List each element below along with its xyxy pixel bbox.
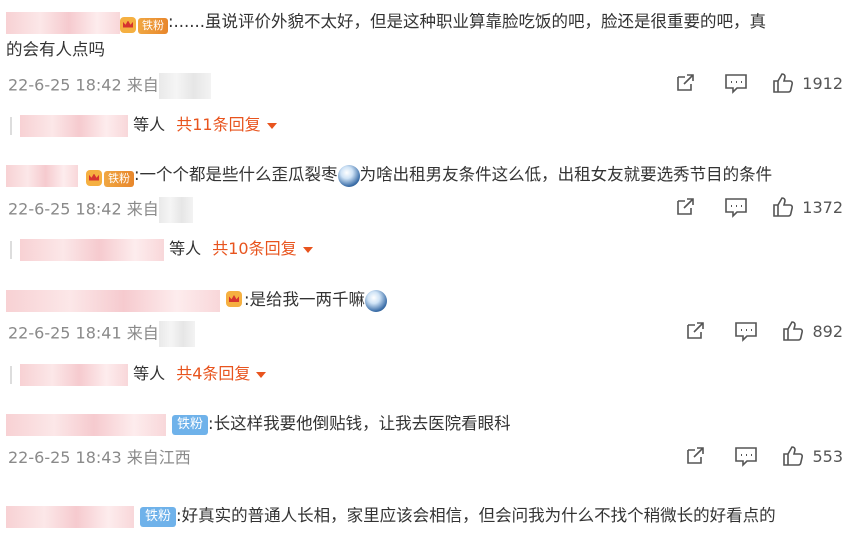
comment-body: :是给我一两千嘛: [244, 290, 366, 309]
comment-actions: 892: [684, 320, 843, 342]
replier-blurred: [20, 238, 164, 261]
comment-text: 铁粉:好真实的普通人长相，家里应该会相信，但会问我为什么不找个稍微长的好看点的: [6, 503, 776, 529]
like-count: 892: [812, 321, 843, 341]
username-blurred[interactable]: [6, 164, 78, 187]
view-replies-link[interactable]: 共11条回复: [176, 115, 260, 134]
fan-tag: 铁粉: [172, 414, 209, 435]
source-label: 来自: [126, 199, 159, 219]
reply-summary[interactable]: 等人 共4条回复: [10, 362, 267, 386]
username-blurred[interactable]: [6, 11, 120, 34]
like-count: 1912: [802, 73, 843, 93]
view-replies-link[interactable]: 共4条回复: [176, 364, 250, 383]
comment-text: 铁粉:一个个都是些什么歪瓜裂枣 为啥出租男友条件这么低，出租女友就要选秀节目的条件: [6, 162, 772, 188]
emoji-icon: [337, 164, 360, 187]
emoji-icon: [365, 289, 388, 312]
username-blurred[interactable]: [6, 289, 220, 312]
like-count: 1372: [802, 197, 843, 217]
divider: [10, 116, 12, 135]
comment-actions: 1372: [674, 196, 843, 218]
comment-body: :长这样我要他倒贴钱，让我去医院看眼科: [208, 414, 511, 433]
comment-meta: 22-6-25 18:42 来自: [8, 197, 193, 223]
timestamp: 22-6-25 18:41: [8, 323, 122, 343]
comment-meta: 22-6-25 18:43 来自江西: [8, 446, 191, 470]
crown-icon: [226, 291, 242, 307]
fan-badge: 铁粉: [120, 13, 168, 34]
thumb-up-icon[interactable]: [772, 72, 794, 94]
divider: [10, 365, 12, 384]
triangle-down-icon: [256, 371, 267, 378]
source-blurred: [158, 321, 195, 347]
thumb-up-icon[interactable]: [772, 196, 794, 218]
comment-body: :......虽说评价外貌不太好，但是这种职业算靠脸吃饭的吧，脸还是很重要的吧，…: [168, 12, 767, 31]
comment-icon[interactable]: [724, 196, 748, 218]
username-blurred[interactable]: [6, 413, 166, 436]
share-icon[interactable]: [684, 320, 706, 342]
comment-text: :是给我一两千嘛: [6, 287, 388, 313]
comment-text: 铁粉:......虽说评价外貌不太好，但是这种职业算靠脸吃饭的吧，脸还是很重要的…: [6, 9, 766, 35]
comment-text: 铁粉:长这样我要他倒贴钱，让我去医院看眼科: [6, 411, 511, 437]
source-label: 来自江西: [126, 448, 191, 467]
like-count: 553: [812, 446, 843, 466]
timestamp: 22-6-25 18:42: [8, 199, 122, 219]
fan-tag: 铁粉: [140, 506, 177, 527]
source-label: 来自: [126, 323, 159, 343]
source-label: 来自: [126, 75, 159, 95]
replies-prefix: 等人: [169, 239, 202, 258]
view-replies-link[interactable]: 共10条回复: [212, 239, 296, 258]
replies-prefix: 等人: [133, 115, 166, 134]
crown-icon: [86, 169, 102, 186]
fan-tag: 铁粉: [138, 18, 168, 34]
thumb-up-icon[interactable]: [782, 320, 804, 342]
comment-actions: 1912: [674, 72, 843, 94]
username-blurred[interactable]: [6, 505, 134, 528]
share-icon[interactable]: [674, 196, 696, 218]
triangle-down-icon: [302, 246, 313, 253]
comment-body: :好真实的普通人长相，家里应该会相信，但会问我为什么不找个稍微长的好看点的: [176, 506, 776, 525]
share-icon[interactable]: [684, 445, 706, 467]
reply-summary[interactable]: 等人 共11条回复: [10, 113, 277, 137]
comment-icon[interactable]: [734, 445, 758, 467]
reply-summary[interactable]: 等人 共10条回复: [10, 237, 313, 261]
comment-body-cont: 为啥出租男友条件这么低，出租女友就要选秀节目的条件: [359, 165, 773, 184]
comment-icon[interactable]: [724, 72, 748, 94]
share-icon[interactable]: [674, 72, 696, 94]
crown-icon: [120, 16, 136, 33]
comment-actions: 553: [684, 445, 843, 467]
comment-body-cont: 的会有人点吗: [6, 40, 105, 59]
thumb-up-icon[interactable]: [782, 445, 804, 467]
triangle-down-icon: [266, 122, 277, 129]
comment-meta: 22-6-25 18:41 来自: [8, 321, 195, 347]
comment-body: :一个个都是些什么歪瓜裂枣: [134, 165, 338, 184]
replies-prefix: 等人: [133, 364, 166, 383]
fan-badge: 铁粉: [86, 166, 134, 187]
replier-blurred: [20, 114, 128, 137]
timestamp: 22-6-25 18:42: [8, 75, 122, 95]
timestamp: 22-6-25 18:43: [8, 448, 122, 467]
comment-icon[interactable]: [734, 320, 758, 342]
replier-blurred: [20, 363, 128, 386]
divider: [10, 240, 12, 259]
comment-meta: 22-6-25 18:42 来自: [8, 73, 211, 99]
fan-tag: 铁粉: [104, 171, 134, 187]
source-blurred: [158, 73, 211, 99]
source-blurred: [158, 197, 193, 223]
